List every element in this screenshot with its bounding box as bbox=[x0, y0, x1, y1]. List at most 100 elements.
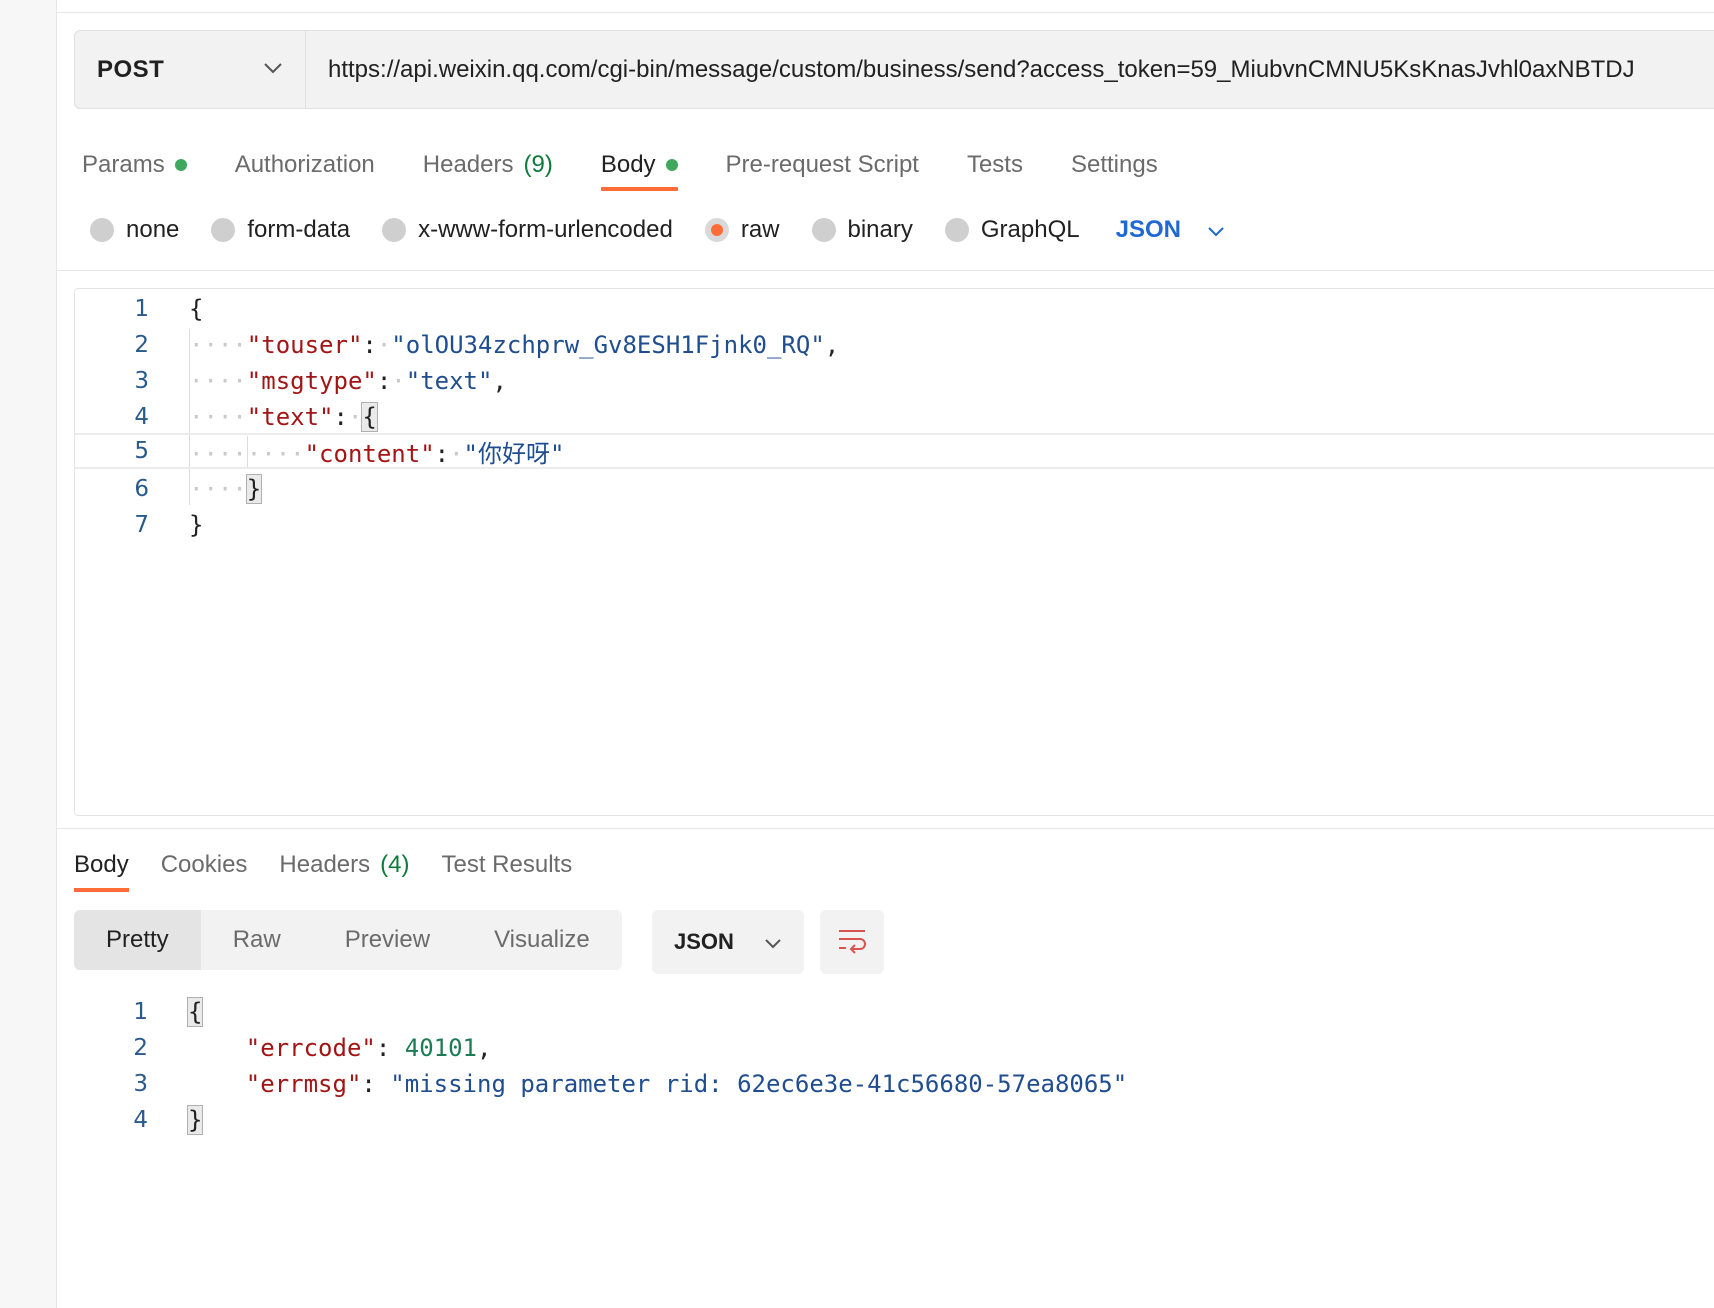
radio-circle bbox=[811, 218, 836, 242]
line-number: 6 bbox=[134, 476, 149, 502]
radio-label: none bbox=[126, 216, 180, 243]
tab-label: Tests bbox=[966, 151, 1023, 178]
raw-button[interactable]: Raw bbox=[201, 910, 313, 970]
url-input[interactable]: https://api.weixin.qq.com/cgi-bin/messag… bbox=[306, 31, 1714, 108]
radio-label: GraphQL bbox=[980, 216, 1080, 243]
body-language-select[interactable]: JSON bbox=[1116, 216, 1225, 244]
line-number: 3 bbox=[133, 1071, 148, 1097]
line-number: 4 bbox=[134, 404, 149, 430]
radio-x-www-form-urlencoded[interactable]: x-www-form-urlencoded bbox=[382, 216, 673, 244]
tab-label: Settings bbox=[1070, 151, 1158, 178]
code-line: 3 ····"msgtype":·"text", bbox=[75, 363, 1714, 399]
json-number: 40101 bbox=[404, 1034, 477, 1062]
json-key: "msgtype" bbox=[246, 367, 377, 395]
json-key: "text" bbox=[246, 403, 334, 431]
line-content: ····"msgtype":·"text", bbox=[189, 367, 507, 395]
line-content: ····} bbox=[189, 474, 263, 504]
line-content: { bbox=[189, 295, 204, 323]
line-number: 1 bbox=[133, 999, 148, 1025]
tab-label: Headers bbox=[422, 151, 514, 178]
radio-graphql[interactable]: GraphQL bbox=[944, 216, 1080, 244]
wrap-lines-button[interactable] bbox=[820, 910, 884, 974]
radio-circle bbox=[90, 218, 114, 242]
radio-form-data[interactable]: form-data bbox=[211, 216, 350, 244]
radio-label: binary bbox=[847, 216, 913, 243]
visualize-button[interactable]: Visualize bbox=[462, 910, 622, 970]
method-select[interactable]: POST bbox=[75, 31, 306, 108]
preview-button[interactable]: Preview bbox=[313, 910, 462, 970]
method-label: POST bbox=[97, 55, 165, 83]
line-number: 2 bbox=[134, 332, 149, 358]
tab-headers[interactable]: Headers (9) bbox=[423, 140, 553, 190]
view-mode-switch: Pretty Raw Preview Visualize bbox=[74, 910, 622, 970]
radio-label: raw bbox=[740, 216, 780, 243]
tab-pre-request-script[interactable]: Pre-request Script bbox=[726, 140, 919, 190]
radio-none[interactable]: none bbox=[90, 216, 179, 244]
status-dot bbox=[665, 159, 678, 171]
tab-response-headers[interactable]: Headers (4) bbox=[279, 840, 409, 890]
response-body-viewer: 1 { 2 "errcode": 40101, 3 "errmsg": "mis… bbox=[74, 994, 1674, 1154]
line-content: ····"touser":·"olOU34zchprw_Gv8ESH1Fjnk0… bbox=[189, 331, 840, 359]
response-language-select[interactable]: JSON bbox=[652, 910, 804, 974]
top-divider bbox=[57, 12, 1714, 13]
tab-tests[interactable]: Tests bbox=[967, 140, 1023, 190]
code-line: 1 { bbox=[75, 291, 1714, 327]
tab-label: Params bbox=[82, 151, 165, 178]
line-number: 5 bbox=[134, 438, 149, 464]
tab-count: (9) bbox=[523, 151, 553, 178]
line-number: 1 bbox=[134, 296, 149, 322]
radio-label: form-data bbox=[247, 216, 351, 243]
request-tabs: Params Authorization Headers (9) Body Pr… bbox=[82, 140, 1206, 191]
tab-label: Test Results bbox=[441, 851, 573, 878]
line-content: } bbox=[186, 1105, 204, 1135]
left-sidebar bbox=[0, 0, 57, 1308]
body-type-selector: none form-data x-www-form-urlencoded raw… bbox=[90, 210, 1225, 250]
chevron-down-icon bbox=[764, 929, 782, 955]
chevron-down-icon bbox=[263, 61, 283, 79]
tab-body[interactable]: Body bbox=[600, 140, 678, 191]
radio-binary[interactable]: binary bbox=[811, 216, 913, 244]
code-line: 7 } bbox=[75, 507, 1714, 543]
code-line-current: 5 ········"content":·"你好呀" bbox=[75, 433, 1714, 469]
tab-label: Headers bbox=[279, 851, 371, 878]
code-line: 2 ····"touser":·"olOU34zchprw_Gv8ESH1Fjn… bbox=[75, 327, 1714, 363]
line-number: 7 bbox=[134, 512, 149, 538]
json-key: "errmsg" bbox=[245, 1070, 362, 1098]
radio-raw[interactable]: raw bbox=[704, 216, 780, 244]
status-dot bbox=[174, 159, 187, 171]
tab-settings[interactable]: Settings bbox=[1071, 140, 1158, 190]
radio-circle bbox=[944, 218, 969, 242]
json-key: "touser" bbox=[246, 331, 363, 359]
radio-circle bbox=[211, 218, 236, 242]
line-content: "errcode": 40101, bbox=[245, 1034, 492, 1062]
section-divider bbox=[57, 828, 1714, 829]
pretty-button[interactable]: Pretty bbox=[74, 910, 201, 970]
tab-cookies[interactable]: Cookies bbox=[161, 840, 248, 890]
tab-label: Authorization bbox=[234, 151, 375, 178]
line-content: } bbox=[189, 511, 204, 539]
tab-label: Cookies bbox=[160, 851, 248, 878]
tab-label: Pre-request Script bbox=[725, 151, 919, 178]
tab-label: Body bbox=[600, 151, 656, 178]
tab-test-results[interactable]: Test Results bbox=[441, 840, 572, 890]
tab-count: (4) bbox=[380, 851, 410, 878]
radio-circle-selected bbox=[704, 218, 729, 242]
line-content: "errmsg": "missing parameter rid: 62ec6e… bbox=[245, 1070, 1128, 1098]
tab-label: Body bbox=[74, 851, 129, 878]
language-label: JSON bbox=[1115, 216, 1181, 243]
tab-authorization[interactable]: Authorization bbox=[235, 140, 375, 190]
line-content: ········"content":·"你好呀" bbox=[189, 439, 565, 468]
request-body-editor[interactable]: 1 { 2 ····"touser":·"olOU34zchprw_Gv8ESH… bbox=[74, 288, 1714, 816]
code-line: 2 "errcode": 40101, bbox=[74, 1030, 1674, 1066]
chevron-down-icon bbox=[1181, 216, 1225, 244]
tab-params[interactable]: Params bbox=[82, 140, 187, 190]
json-key: "errcode" bbox=[245, 1034, 376, 1062]
tab-response-body[interactable]: Body bbox=[74, 840, 129, 892]
wrap-lines-icon bbox=[836, 926, 868, 959]
json-string: "olOU34zchprw_Gv8ESH1Fjnk0_RQ" bbox=[391, 331, 825, 359]
line-number: 2 bbox=[133, 1035, 148, 1061]
line-number: 3 bbox=[134, 368, 149, 394]
response-tabs: Body Cookies Headers (4) Test Results bbox=[74, 840, 604, 892]
radio-circle bbox=[382, 218, 407, 242]
language-label: JSON bbox=[674, 929, 734, 954]
